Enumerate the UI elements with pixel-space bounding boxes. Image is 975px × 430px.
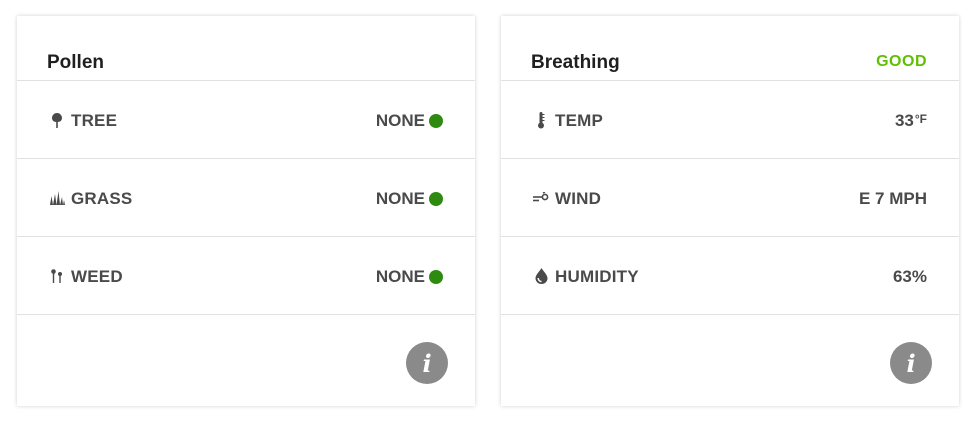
breathing-card: Breathing GOOD TEMP 33 °F WIND E 7 MPH H… (501, 16, 959, 406)
temp-label: TEMP (555, 111, 604, 130)
thermometer-icon (533, 111, 549, 129)
weed-value: NONE (375, 267, 425, 286)
breathing-row-temp: TEMP 33 °F (501, 81, 959, 159)
temp-value: 33 (894, 111, 914, 130)
pollen-row-weed: WEED NONE (17, 237, 475, 315)
pollen-info-button[interactable]: i (406, 342, 448, 384)
tree-label: TREE (71, 111, 118, 130)
grass-level-dot (429, 192, 443, 206)
info-icon: i (906, 348, 916, 378)
wind-value: E 7 MPH (858, 189, 927, 208)
wind-icon (533, 189, 549, 207)
breathing-info-button[interactable]: i (890, 342, 932, 384)
grass-icon (49, 189, 65, 207)
weed-icon (49, 267, 65, 285)
weed-label: WEED (71, 267, 123, 286)
pollen-header: Pollen (17, 16, 475, 81)
pollen-row-tree: TREE NONE (17, 81, 475, 159)
breathing-status: GOOD (876, 53, 927, 70)
pollen-row-grass: GRASS NONE (17, 159, 475, 237)
temp-value-wrap: 33 °F (895, 111, 927, 131)
weed-value-wrap: NONE (376, 267, 443, 287)
breathing-row-humidity: HUMIDITY 63% (501, 237, 959, 315)
wind-label: WIND (555, 189, 602, 208)
grass-label: GRASS (71, 189, 133, 208)
breathing-title: Breathing (531, 52, 620, 73)
tree-value: NONE (375, 111, 425, 130)
grass-value: NONE (375, 189, 425, 208)
breathing-header: Breathing GOOD (501, 16, 959, 81)
tree-level-dot (429, 114, 443, 128)
weed-level-dot (429, 270, 443, 284)
droplet-icon (533, 267, 549, 285)
tree-value-wrap: NONE (376, 111, 443, 131)
grass-value-wrap: NONE (376, 189, 443, 209)
temp-unit: °F (914, 112, 927, 126)
breathing-row-wind: WIND E 7 MPH (501, 159, 959, 237)
pollen-title: Pollen (47, 52, 105, 73)
pollen-card: Pollen TREE NONE GRASS NONE WEED NONE i (17, 16, 475, 406)
humidity-value: 63% (892, 267, 927, 286)
humidity-label: HUMIDITY (555, 267, 639, 286)
tree-icon (49, 111, 65, 129)
info-icon: i (422, 348, 432, 378)
